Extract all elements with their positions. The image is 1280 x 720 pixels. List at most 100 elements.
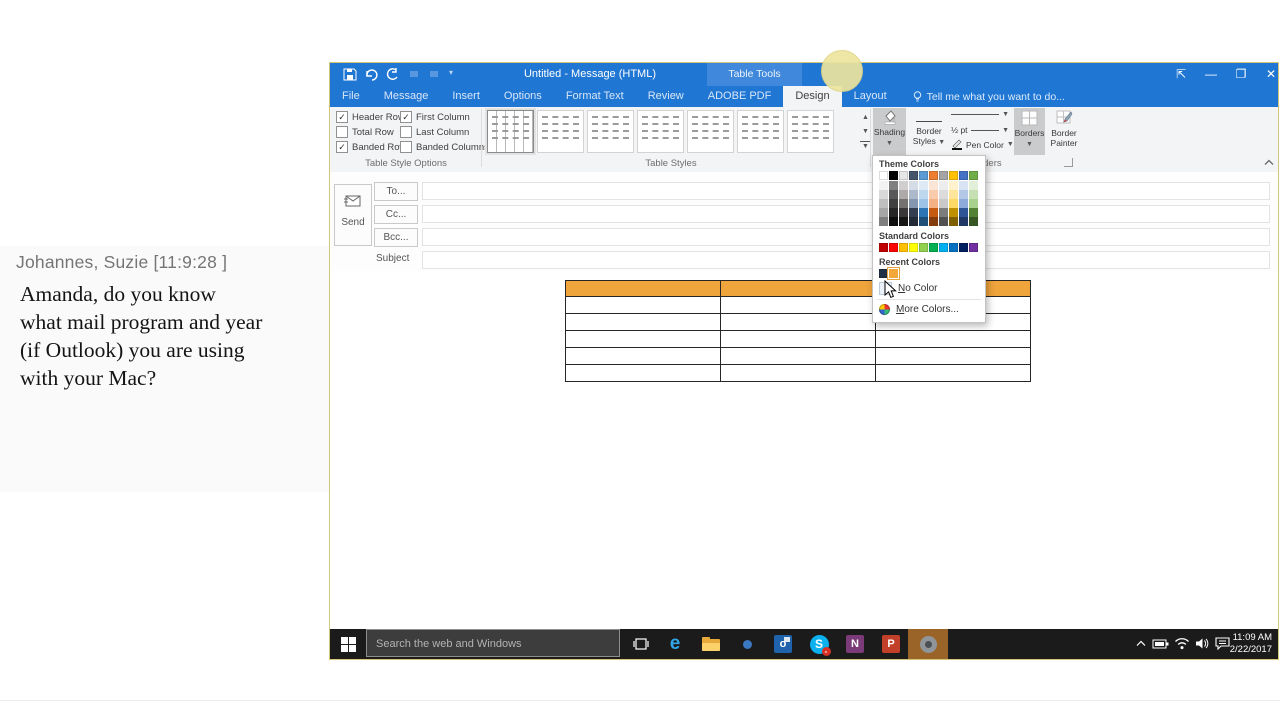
send-button[interactable]: Send bbox=[334, 184, 372, 246]
table-cell[interactable] bbox=[875, 330, 1031, 348]
table-cell[interactable] bbox=[565, 330, 721, 348]
table-style-thumbnail[interactable] bbox=[687, 110, 734, 153]
table-cell[interactable] bbox=[720, 347, 876, 365]
table-style-thumbnail[interactable] bbox=[587, 110, 634, 153]
table-cell[interactable] bbox=[565, 313, 721, 331]
theme-color-1[interactable] bbox=[889, 171, 898, 180]
theme-variant-2-3[interactable] bbox=[909, 199, 918, 208]
theme-variant-1-1[interactable] bbox=[889, 190, 898, 199]
cc-button[interactable]: Cc... bbox=[374, 205, 418, 224]
outlook-button[interactable]: o bbox=[772, 633, 794, 655]
theme-variant-1-7[interactable] bbox=[949, 190, 958, 199]
theme-variant-2-5[interactable] bbox=[929, 199, 938, 208]
pen-color-button[interactable]: Pen Color ▼ bbox=[951, 139, 1015, 150]
checkbox-box[interactable] bbox=[400, 126, 412, 138]
theme-variant-3-1[interactable] bbox=[889, 208, 898, 217]
tab-file[interactable]: File bbox=[330, 86, 372, 107]
theme-variant-3-2[interactable] bbox=[899, 208, 908, 217]
table-row[interactable] bbox=[565, 364, 1031, 382]
table-style-thumbnail[interactable] bbox=[787, 110, 834, 153]
theme-variant-4-7[interactable] bbox=[949, 217, 958, 226]
table-cell[interactable] bbox=[565, 347, 721, 365]
tell-me-box[interactable]: Tell me what you want to do... bbox=[913, 86, 1065, 107]
theme-variant-1-6[interactable] bbox=[939, 190, 948, 199]
theme-variant-2-8[interactable] bbox=[959, 199, 968, 208]
tab-options[interactable]: Options bbox=[492, 86, 554, 107]
standard-color-7[interactable] bbox=[949, 243, 958, 252]
theme-variant-1-4[interactable] bbox=[919, 190, 928, 199]
theme-variant-3-7[interactable] bbox=[949, 208, 958, 217]
theme-variant-0-6[interactable] bbox=[939, 181, 948, 190]
checkbox-first-column[interactable]: ✓ First Column bbox=[400, 111, 489, 123]
theme-variant-3-6[interactable] bbox=[939, 208, 948, 217]
checkbox-box[interactable] bbox=[400, 141, 412, 153]
standard-color-8[interactable] bbox=[959, 243, 968, 252]
theme-variant-0-2[interactable] bbox=[899, 181, 908, 190]
theme-variant-0-9[interactable] bbox=[969, 181, 978, 190]
table-cell[interactable] bbox=[720, 330, 876, 348]
theme-color-9[interactable] bbox=[969, 171, 978, 180]
checkbox-banded-columns[interactable]: Banded Columns bbox=[400, 141, 489, 153]
standard-color-3[interactable] bbox=[909, 243, 918, 252]
edge-button[interactable]: e bbox=[664, 633, 686, 655]
border-styles-button[interactable]: Border Styles ▼ bbox=[909, 108, 949, 155]
minimize-button[interactable]: — bbox=[1198, 66, 1224, 83]
theme-color-5[interactable] bbox=[929, 171, 938, 180]
theme-variant-3-0[interactable] bbox=[879, 208, 888, 217]
theme-variant-1-8[interactable] bbox=[959, 190, 968, 199]
theme-variant-4-4[interactable] bbox=[919, 217, 928, 226]
theme-color-6[interactable] bbox=[939, 171, 948, 180]
table-style-thumbnail[interactable] bbox=[637, 110, 684, 153]
table-cell[interactable] bbox=[720, 313, 876, 331]
theme-variant-4-5[interactable] bbox=[929, 217, 938, 226]
redo-icon[interactable] bbox=[385, 68, 399, 81]
firefox-button[interactable] bbox=[736, 633, 758, 655]
table-cell[interactable] bbox=[875, 364, 1031, 382]
table-row[interactable] bbox=[565, 347, 1031, 365]
tab-adobe-pdf[interactable]: ADOBE PDF bbox=[696, 86, 784, 107]
checkbox-box[interactable]: ✓ bbox=[336, 111, 348, 123]
theme-color-0[interactable] bbox=[879, 171, 888, 180]
dialog-launcher-icon[interactable] bbox=[1064, 158, 1073, 167]
collapse-ribbon-button[interactable] bbox=[1264, 159, 1274, 166]
theme-color-2[interactable] bbox=[899, 171, 908, 180]
standard-color-1[interactable] bbox=[889, 243, 898, 252]
save-icon[interactable] bbox=[343, 68, 357, 81]
theme-variant-2-0[interactable] bbox=[879, 199, 888, 208]
theme-color-4[interactable] bbox=[919, 171, 928, 180]
standard-color-9[interactable] bbox=[969, 243, 978, 252]
theme-variant-1-3[interactable] bbox=[909, 190, 918, 199]
table-cell[interactable] bbox=[720, 280, 876, 297]
to-field[interactable] bbox=[422, 182, 1270, 200]
theme-variant-4-2[interactable] bbox=[899, 217, 908, 226]
line-weight-dropdown[interactable]: ½ pt ▼ bbox=[951, 125, 1009, 135]
border-painter-button[interactable]: Border Painter bbox=[1047, 108, 1081, 155]
theme-variant-2-4[interactable] bbox=[919, 199, 928, 208]
bcc-button[interactable]: Bcc... bbox=[374, 228, 418, 247]
checkbox-box[interactable] bbox=[336, 126, 348, 138]
message-body[interactable] bbox=[330, 271, 1278, 629]
tab-format-text[interactable]: Format Text bbox=[554, 86, 636, 107]
theme-variant-2-7[interactable] bbox=[949, 199, 958, 208]
theme-variant-2-9[interactable] bbox=[969, 199, 978, 208]
recent-color-1[interactable] bbox=[889, 269, 898, 278]
cc-field[interactable] bbox=[422, 205, 1270, 223]
theme-variant-0-1[interactable] bbox=[889, 181, 898, 190]
theme-variant-3-8[interactable] bbox=[959, 208, 968, 217]
theme-variant-0-3[interactable] bbox=[909, 181, 918, 190]
table-cell[interactable] bbox=[720, 364, 876, 382]
theme-variant-0-4[interactable] bbox=[919, 181, 928, 190]
theme-variant-4-6[interactable] bbox=[939, 217, 948, 226]
table-cell[interactable] bbox=[565, 280, 721, 297]
line-style-dropdown[interactable]: ▼ bbox=[951, 111, 1009, 118]
undo-icon[interactable] bbox=[364, 68, 378, 81]
theme-variant-0-7[interactable] bbox=[949, 181, 958, 190]
theme-variant-4-8[interactable] bbox=[959, 217, 968, 226]
theme-variant-4-3[interactable] bbox=[909, 217, 918, 226]
checkbox-last-column[interactable]: Last Column bbox=[400, 126, 489, 138]
speaker-icon[interactable] bbox=[1195, 637, 1209, 650]
theme-variant-2-6[interactable] bbox=[939, 199, 948, 208]
theme-variant-3-5[interactable] bbox=[929, 208, 938, 217]
start-button[interactable] bbox=[337, 633, 359, 655]
more-colors-item[interactable]: More Colors... bbox=[879, 302, 985, 317]
